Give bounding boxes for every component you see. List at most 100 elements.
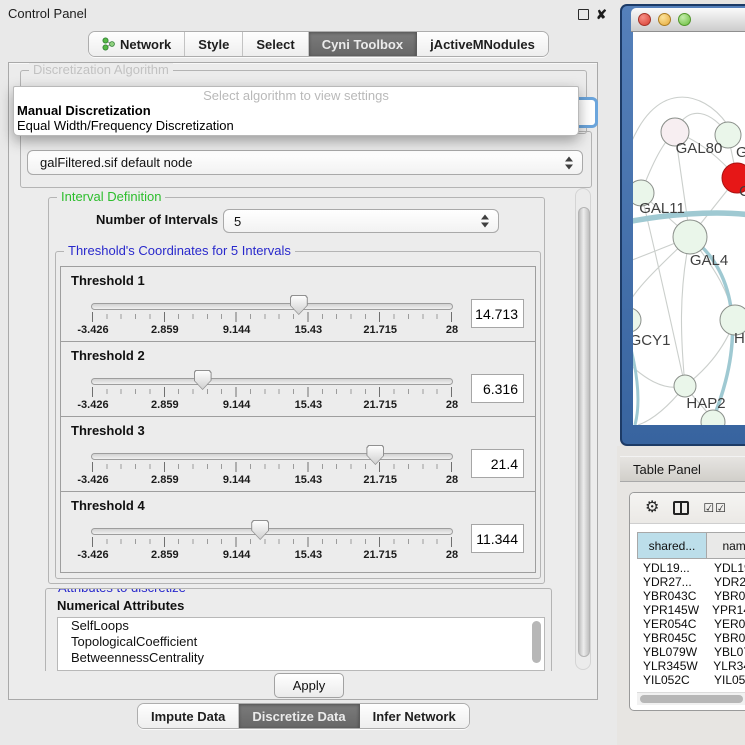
threshold-value-field[interactable]: 14.713 [471,299,524,328]
column-header-shared-name[interactable]: shared... [638,533,707,558]
close-traffic-light[interactable] [638,13,651,26]
cell-shared-name[interactable]: YBR043C [637,589,707,603]
list-scrollbar-thumb[interactable] [532,621,541,663]
cell-name[interactable]: YDL19... [707,561,745,575]
cell-shared-name[interactable]: YDL19... [637,561,707,575]
zoom-traffic-light[interactable] [678,13,691,26]
tab-label: jActiveMNodules [430,37,535,52]
tab-impute-data[interactable]: Impute Data [138,704,239,728]
table-row[interactable]: YIL052CYIL052C [637,673,745,687]
cell-name[interactable]: YER054C [707,617,745,631]
cell-name[interactable]: YIL052C [707,673,745,687]
attribute-list-item[interactable]: TopologicalCoefficient [58,634,544,650]
threshold-value-field[interactable]: 11.344 [471,524,524,553]
table-row[interactable]: YER054CYER054C [637,617,745,631]
cell-name[interactable]: YPR145W [705,603,745,617]
tab-jactivemnodules[interactable]: jActiveMNodules [417,32,548,56]
number-of-intervals-label: Number of Intervals [96,212,218,227]
tick-label: 28 [446,399,458,411]
tick-label: 15.43 [295,474,323,486]
table-row[interactable]: YPR145WYPR145W [637,603,745,617]
tick-label: 9.144 [223,399,251,411]
tick-label: 9.144 [223,549,251,561]
cell-shared-name[interactable]: YER054C [637,617,707,631]
tab-infer-network[interactable]: Infer Network [360,704,469,728]
minimize-traffic-light[interactable] [658,13,671,26]
cell-name[interactable]: YLR345W [706,659,745,673]
tab-network[interactable]: Network [89,32,185,56]
table-body: YDL19...YDL19...YDR27...YDR27...YBR043CY… [637,561,745,693]
screen: { "window": { "title": "Control Panel" }… [0,0,745,745]
tab-discretize-data[interactable]: Discretize Data [239,704,359,728]
split-view-icon[interactable] [673,501,689,515]
threshold-label: Threshold 2 [71,348,145,363]
group-title: Discretization Algorithm [29,63,173,77]
table-row[interactable]: YDL19...YDL19... [637,561,745,575]
cell-name[interactable]: YBL079W [707,645,745,659]
network-icon [102,37,115,51]
cell-shared-name[interactable]: YDR27... [637,575,707,589]
cell-shared-name[interactable]: YPR145W [637,603,705,617]
table-data-combobox[interactable]: galFiltered.sif default node [27,150,583,175]
numerical-attributes-list[interactable]: SelfLoopsTopologicalCoefficientBetweenne… [57,617,545,671]
cell-shared-name[interactable]: YLR345W [637,659,706,673]
attribute-list-item[interactable]: SelfLoops [58,618,544,634]
close-icon[interactable]: ✘ [592,3,611,27]
network-nodes[interactable] [633,118,745,425]
slider-track[interactable] [91,528,453,535]
thresholds-group: Threshold's Coordinates for 5 Intervals … [55,251,541,579]
network-window-titlebar[interactable] [631,8,745,32]
tab-style[interactable]: Style [185,32,243,56]
cell-name[interactable]: YBR043C [707,589,745,603]
cell-shared-name[interactable]: YBR045C [637,631,707,645]
tick-label: -3.426 [77,324,108,336]
threshold-3-panel: Threshold 3 -3.4262.8599.14415.4321.7152… [60,416,536,492]
main-scrollbar[interactable] [575,188,591,670]
table-row[interactable]: YLR345WYLR345W [637,659,745,673]
table-row[interactable]: YBL079WYBL079W [637,645,745,659]
node-gal4 [673,220,707,254]
algorithm-dropdown-popup: Select algorithm to view settings Manual… [13,86,579,136]
threshold-4-panel: Threshold 4 -3.4262.8599.14415.4321.7152… [60,491,536,573]
threshold-label: Threshold 1 [71,273,145,288]
tab-select[interactable]: Select [243,32,308,56]
cell-name[interactable]: YDR27... [707,575,745,589]
gear-icon[interactable]: ⚙ [645,500,659,516]
checkbox-icons[interactable]: ☑☑ [703,501,727,515]
top-tab-bar: Network Style Select Cyni Toolbox jActiv… [88,31,549,57]
tick-label: 2.859 [151,549,179,561]
network-canvas[interactable]: GAL80 G C GAL11 GAL4 GCY1 H HAP2 [633,32,745,425]
tab-label: Select [256,37,294,52]
cell-name[interactable]: YBR045C [707,631,745,645]
main-scrollbar-thumb[interactable] [578,207,590,657]
threshold-value-field[interactable]: 6.316 [471,374,524,403]
tick-label: 9.144 [223,474,251,486]
table-horizontal-scrollbar-thumb[interactable] [640,695,743,703]
table-horizontal-scrollbar[interactable] [637,692,745,705]
cell-shared-name[interactable]: YIL052C [637,673,707,687]
dropdown-option-equal-width[interactable]: Equal Width/Frequency Discretization [14,118,578,133]
attribute-list-item[interactable]: BetweennessCentrality [58,650,544,666]
table-row[interactable]: YBR043CYBR043C [637,589,745,603]
tick-label: 28 [446,474,458,486]
attributes-group: Attributes to discretize Numerical Attri… [45,588,552,671]
apply-button[interactable]: Apply [274,673,344,698]
threshold-value-field[interactable]: 21.4 [471,449,524,478]
node-gcy1 [633,308,641,332]
cell-shared-name[interactable]: YBL079W [637,645,707,659]
tab-cyni-toolbox[interactable]: Cyni Toolbox [309,32,417,56]
network-view-window[interactable]: GAL80 G C GAL11 GAL4 GCY1 H HAP2 [620,4,745,446]
column-header-name[interactable]: name [707,533,745,558]
tab-label: Style [198,37,229,52]
node-hap2 [674,375,696,397]
numerical-attributes-label: Numerical Attributes [57,598,184,613]
table-row[interactable]: YDR27...YDR27... [637,575,745,589]
dropdown-option-manual-discretization[interactable]: Manual Discretization [14,103,578,118]
table-row[interactable]: YBR045CYBR045C [637,631,745,645]
slider-track[interactable] [91,378,453,385]
float-panel-icon[interactable] [578,9,589,20]
tick-label: 2.859 [151,474,179,486]
slider-track[interactable] [91,453,453,460]
slider-track[interactable] [91,303,453,310]
number-of-intervals-spinner[interactable]: 5 [223,209,499,233]
